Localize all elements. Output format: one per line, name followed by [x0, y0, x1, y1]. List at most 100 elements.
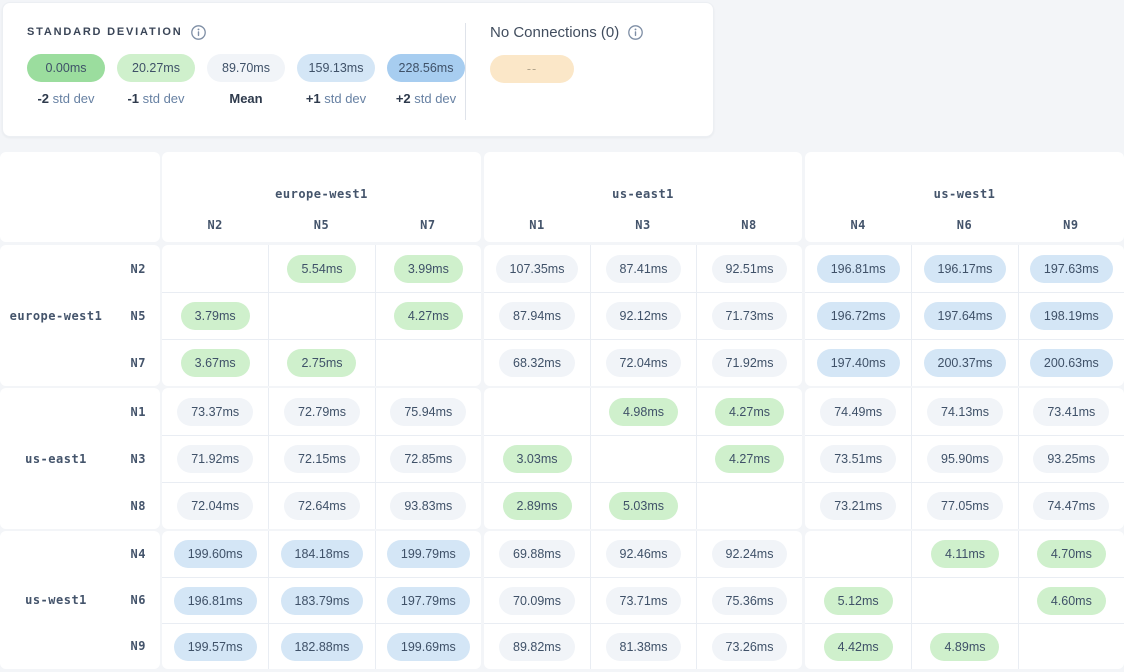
latency-pill[interactable]: 72.64ms — [284, 492, 360, 520]
latency-cell[interactable] — [268, 292, 374, 339]
latency-pill[interactable]: 200.63ms — [1030, 349, 1113, 377]
latency-cell[interactable] — [911, 577, 1017, 623]
latency-cell[interactable]: 196.81ms — [162, 577, 268, 623]
latency-pill[interactable]: 70.09ms — [499, 587, 575, 615]
latency-pill[interactable]: 4.98ms — [609, 398, 678, 426]
latency-pill[interactable]: 2.75ms — [287, 349, 356, 377]
latency-cell[interactable]: 89.82ms — [484, 623, 590, 669]
latency-pill[interactable]: 4.70ms — [1037, 540, 1106, 568]
latency-cell[interactable]: 73.26ms — [696, 623, 802, 669]
latency-pill[interactable]: 74.47ms — [1033, 492, 1109, 520]
latency-pill[interactable]: 72.15ms — [284, 445, 360, 473]
info-icon[interactable] — [191, 25, 206, 40]
latency-pill[interactable]: 197.64ms — [924, 302, 1007, 330]
latency-pill[interactable]: 4.27ms — [394, 302, 463, 330]
latency-pill[interactable]: 72.79ms — [284, 398, 360, 426]
latency-cell[interactable]: 75.94ms — [375, 388, 481, 435]
latency-cell[interactable]: 73.71ms — [590, 577, 696, 623]
latency-cell[interactable]: 196.81ms — [805, 245, 911, 292]
latency-cell[interactable]: 69.88ms — [484, 531, 590, 577]
latency-cell[interactable]: 196.17ms — [911, 245, 1017, 292]
latency-cell[interactable]: 199.60ms — [162, 531, 268, 577]
latency-cell[interactable]: 200.37ms — [911, 339, 1017, 386]
latency-cell[interactable]: 71.92ms — [696, 339, 802, 386]
latency-pill[interactable]: 5.12ms — [824, 587, 893, 615]
latency-cell[interactable]: 2.75ms — [268, 339, 374, 386]
latency-pill[interactable]: 2.89ms — [503, 492, 572, 520]
latency-cell[interactable]: 93.25ms — [1018, 435, 1124, 482]
info-icon[interactable] — [628, 25, 643, 40]
latency-cell[interactable]: 197.64ms — [911, 292, 1017, 339]
latency-cell[interactable]: 77.05ms — [911, 482, 1017, 529]
latency-cell[interactable]: 3.99ms — [375, 245, 481, 292]
latency-cell[interactable]: 197.79ms — [375, 577, 481, 623]
latency-pill[interactable]: 196.72ms — [817, 302, 900, 330]
latency-pill[interactable]: 199.57ms — [174, 633, 257, 661]
latency-cell[interactable]: 4.27ms — [696, 388, 802, 435]
latency-pill[interactable]: 92.51ms — [712, 255, 788, 283]
latency-pill[interactable]: 72.04ms — [177, 492, 253, 520]
latency-pill[interactable]: 197.79ms — [387, 587, 470, 615]
latency-pill[interactable]: 73.26ms — [712, 633, 788, 661]
latency-cell[interactable]: 4.27ms — [696, 435, 802, 482]
latency-cell[interactable]: 182.88ms — [268, 623, 374, 669]
latency-cell[interactable]: 72.04ms — [590, 339, 696, 386]
latency-pill[interactable]: 183.79ms — [281, 587, 364, 615]
latency-pill[interactable]: 95.90ms — [927, 445, 1003, 473]
latency-pill[interactable]: 5.03ms — [609, 492, 678, 520]
latency-cell[interactable]: 4.27ms — [375, 292, 481, 339]
latency-cell[interactable]: 197.40ms — [805, 339, 911, 386]
latency-cell[interactable]: 3.03ms — [484, 435, 590, 482]
latency-cell[interactable]: 200.63ms — [1018, 339, 1124, 386]
latency-cell[interactable] — [805, 531, 911, 577]
latency-pill[interactable]: 68.32ms — [499, 349, 575, 377]
latency-cell[interactable]: 92.12ms — [590, 292, 696, 339]
latency-cell[interactable] — [590, 435, 696, 482]
latency-cell[interactable]: 95.90ms — [911, 435, 1017, 482]
latency-cell[interactable]: 4.89ms — [911, 623, 1017, 669]
latency-pill[interactable]: 75.36ms — [712, 587, 788, 615]
latency-pill[interactable]: 71.92ms — [177, 445, 253, 473]
latency-cell[interactable]: 3.67ms — [162, 339, 268, 386]
latency-pill[interactable]: 4.11ms — [931, 540, 999, 568]
latency-pill[interactable]: 3.99ms — [394, 255, 463, 283]
latency-cell[interactable] — [696, 482, 802, 529]
latency-cell[interactable]: 73.21ms — [805, 482, 911, 529]
latency-cell[interactable]: 75.36ms — [696, 577, 802, 623]
latency-pill[interactable]: 196.81ms — [817, 255, 900, 283]
latency-cell[interactable]: 183.79ms — [268, 577, 374, 623]
latency-pill[interactable]: 75.94ms — [390, 398, 466, 426]
latency-pill[interactable]: 73.37ms — [177, 398, 253, 426]
latency-pill[interactable]: 4.89ms — [930, 633, 999, 661]
latency-cell[interactable]: 71.92ms — [162, 435, 268, 482]
latency-pill[interactable]: 69.88ms — [499, 540, 575, 568]
latency-pill[interactable]: 107.35ms — [496, 255, 579, 283]
latency-cell[interactable]: 184.18ms — [268, 531, 374, 577]
latency-pill[interactable]: 199.69ms — [387, 633, 470, 661]
latency-pill[interactable]: 93.83ms — [390, 492, 466, 520]
latency-cell[interactable]: 68.32ms — [484, 339, 590, 386]
latency-cell[interactable]: 92.46ms — [590, 531, 696, 577]
latency-pill[interactable]: 89.82ms — [499, 633, 575, 661]
latency-pill[interactable]: 196.81ms — [174, 587, 257, 615]
latency-pill[interactable]: 199.60ms — [174, 540, 257, 568]
latency-cell[interactable]: 72.15ms — [268, 435, 374, 482]
latency-cell[interactable]: 92.51ms — [696, 245, 802, 292]
latency-cell[interactable]: 196.72ms — [805, 292, 911, 339]
latency-pill[interactable]: 200.37ms — [924, 349, 1007, 377]
latency-pill[interactable]: 92.12ms — [606, 302, 682, 330]
latency-cell[interactable]: 199.79ms — [375, 531, 481, 577]
latency-cell[interactable]: 71.73ms — [696, 292, 802, 339]
latency-cell[interactable] — [484, 388, 590, 435]
latency-pill[interactable]: 87.41ms — [606, 255, 682, 283]
latency-pill[interactable]: 93.25ms — [1033, 445, 1109, 473]
latency-pill[interactable]: 72.04ms — [606, 349, 682, 377]
latency-cell[interactable]: 73.41ms — [1018, 388, 1124, 435]
latency-pill[interactable]: 73.41ms — [1033, 398, 1109, 426]
latency-pill[interactable]: 73.51ms — [820, 445, 896, 473]
latency-pill[interactable]: 197.40ms — [817, 349, 900, 377]
latency-cell[interactable]: 72.85ms — [375, 435, 481, 482]
latency-cell[interactable]: 74.49ms — [805, 388, 911, 435]
latency-cell[interactable]: 87.94ms — [484, 292, 590, 339]
latency-cell[interactable]: 197.63ms — [1018, 245, 1124, 292]
